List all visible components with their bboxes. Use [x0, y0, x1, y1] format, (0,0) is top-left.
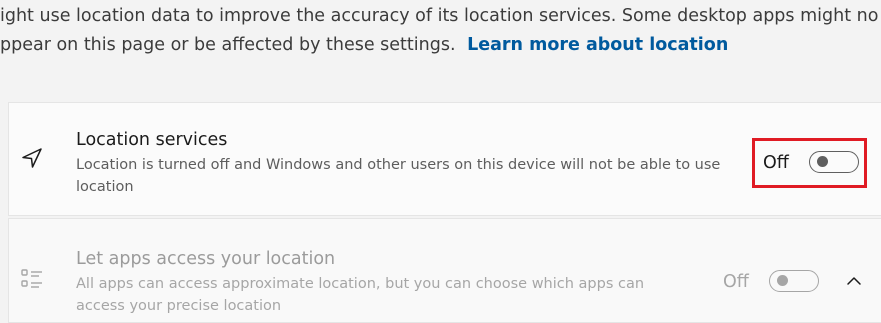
- app-location-access-toggle[interactable]: [769, 270, 819, 292]
- app-location-access-card: Let apps access your location All apps c…: [8, 218, 881, 323]
- location-settings-page: ight use location data to improve the ac…: [0, 0, 881, 323]
- intro-line-1: ight use location data to improve the ac…: [0, 6, 879, 26]
- location-services-title: Location services: [76, 130, 228, 150]
- list-icon: [21, 269, 42, 288]
- app-location-access-description: All apps can access approximate location…: [76, 276, 645, 314]
- location-services-state-label: Off: [763, 153, 789, 173]
- toggle-knob: [777, 275, 788, 286]
- chevron-up-icon[interactable]: [844, 271, 864, 291]
- learn-more-location-link[interactable]: Learn more about location: [467, 35, 728, 55]
- app-location-access-state-label: Off: [723, 272, 749, 292]
- location-services-card: Location services Location is turned off…: [8, 102, 881, 216]
- app-location-access-title: Let apps access your location: [76, 249, 336, 269]
- intro-line-2: ppear on this page or be affected by the…: [0, 30, 728, 60]
- location-services-toggle[interactable]: [809, 151, 859, 173]
- intro-line-2-text: ppear on this page or be affected by the…: [0, 35, 456, 55]
- location-services-description: Location is turned off and Windows and o…: [76, 157, 721, 195]
- location-arrow-icon: [22, 148, 42, 168]
- toggle-knob: [817, 156, 828, 167]
